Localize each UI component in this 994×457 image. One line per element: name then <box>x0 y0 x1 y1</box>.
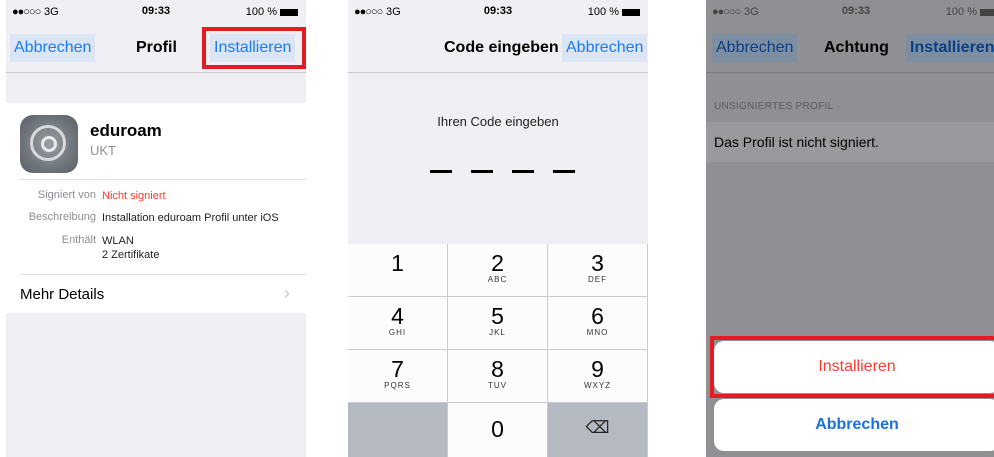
passcode-digit-slot <box>553 170 575 173</box>
key-letters: MNO <box>586 328 609 337</box>
key-letters: ABC <box>487 275 508 284</box>
delete-key[interactable]: ⌫ <box>548 403 647 457</box>
battery-indicator: 100 % <box>588 6 640 18</box>
cancel-button[interactable]: Abbrechen <box>712 34 798 62</box>
description-label: Beschreibung <box>28 211 96 223</box>
divider <box>20 274 306 275</box>
contains-label: Enthält <box>61 234 96 246</box>
signed-label: Signiert von <box>37 189 96 201</box>
page-title: Achtung <box>824 39 889 56</box>
nav-bar: Code eingeben Abbrechen <box>348 22 648 73</box>
warning-message: Das Profil ist nicht signiert. <box>714 134 879 150</box>
more-details-link[interactable]: Mehr Details <box>20 286 104 303</box>
screen-warning: ●●○○○ 3G 09:33 100 % Abbrechen Achtung I… <box>706 0 994 457</box>
battery-level: 100 % <box>945 6 977 18</box>
contains-wlan: WLAN <box>102 235 134 247</box>
section-header: UNSIGNIERTES PROFIL <box>714 101 834 112</box>
key-digit: 6 <box>591 303 604 329</box>
description-value: Installation eduroam Profil unter iOS <box>102 212 279 224</box>
status-bar: ●●○○○ 3G 09:33 100 % <box>6 0 306 22</box>
profile-name: eduroam <box>90 121 162 140</box>
backspace-icon: ⌫ <box>585 418 610 437</box>
profile-organization: UKT <box>90 143 116 158</box>
key-letters: PQRS <box>384 381 411 390</box>
key-digit: 2 <box>491 250 504 276</box>
profile-card: eduroam UKT Signiert von Nicht signiert … <box>6 103 306 313</box>
key-letters: JKL <box>489 328 506 337</box>
key-5[interactable]: 5 JKL <box>448 297 547 349</box>
key-digit: 1 <box>391 250 404 276</box>
battery-icon <box>280 8 298 16</box>
page-title: Profil <box>136 39 177 56</box>
key-4[interactable]: 4 GHI <box>348 297 447 349</box>
key-digit: 3 <box>591 250 604 276</box>
cancel-button[interactable]: Abbrechen <box>10 34 96 62</box>
screen-passcode: ●●○○○ 3G 09:33 100 % Code eingeben Abbre… <box>348 0 648 457</box>
settings-gear-icon <box>20 115 78 173</box>
key-letters: WXYZ <box>583 381 612 390</box>
battery-indicator: 100 % <box>946 6 994 18</box>
divider <box>20 179 306 180</box>
highlight-frame <box>710 336 994 398</box>
key-7[interactable]: 7 PQRS <box>348 350 447 402</box>
warning-message-row: Das Profil ist nicht signiert. <box>706 122 994 162</box>
key-letters: GHI <box>388 328 407 337</box>
key-letters: TUV <box>488 381 507 390</box>
key-empty <box>348 403 447 457</box>
key-1[interactable]: 1 <box>348 244 447 296</box>
passcode-digit-slot <box>471 170 493 173</box>
passcode-digit-slot <box>512 170 534 173</box>
passcode-field[interactable] <box>430 160 594 178</box>
key-letters: DEF <box>588 275 607 284</box>
battery-level: 100 % <box>587 6 619 18</box>
install-button[interactable]: Installieren <box>906 34 994 62</box>
key-2[interactable]: 2 ABC <box>448 244 547 296</box>
passcode-prompt: Ihren Code eingeben <box>437 114 559 129</box>
chevron-right-icon: › <box>284 283 290 303</box>
key-3[interactable]: 3 DEF <box>548 244 647 296</box>
contains-certificates: 2 Zertifikate <box>102 249 160 261</box>
key-8[interactable]: 8 TUV <box>448 350 547 402</box>
key-digit: 4 <box>391 303 404 329</box>
battery-level: 100 % <box>245 6 277 18</box>
key-digit: 7 <box>391 356 404 382</box>
cancel-button[interactable]: Abbrechen <box>562 34 648 62</box>
signed-value: Nicht signiert <box>102 190 166 202</box>
battery-icon <box>980 8 994 16</box>
key-digit: 8 <box>491 356 504 382</box>
key-digit: 5 <box>491 303 504 329</box>
highlight-frame <box>202 27 306 69</box>
nav-bar: Abbrechen Achtung Installieren <box>706 22 994 73</box>
screen-profile: ●●○○○ 3G 09:33 100 % Abbrechen Profil In… <box>6 0 306 457</box>
battery-indicator: 100 % <box>246 6 298 18</box>
key-9[interactable]: 9 WXYZ <box>548 350 647 402</box>
key-digit: 0 <box>491 416 504 442</box>
key-6[interactable]: 6 MNO <box>548 297 647 349</box>
passcode-digit-slot <box>430 170 452 173</box>
numeric-keypad: 1 2 ABC 3 DEF 4 GHI 5 JKL 6 MNO 7 PQRS 8 TUV 9W… <box>348 244 648 457</box>
status-bar: ●●○○○ 3G 09:33 100 % <box>706 0 994 22</box>
contains-value: WLAN 2 Zertifikate <box>102 234 159 262</box>
battery-icon <box>622 8 640 16</box>
key-0[interactable]: 0 <box>448 403 547 457</box>
sheet-cancel-button[interactable]: Abbrechen <box>714 399 994 451</box>
page-title: Code eingeben <box>444 39 559 56</box>
key-digit: 9 <box>591 356 604 382</box>
status-bar: ●●○○○ 3G 09:33 100 % <box>348 0 648 22</box>
